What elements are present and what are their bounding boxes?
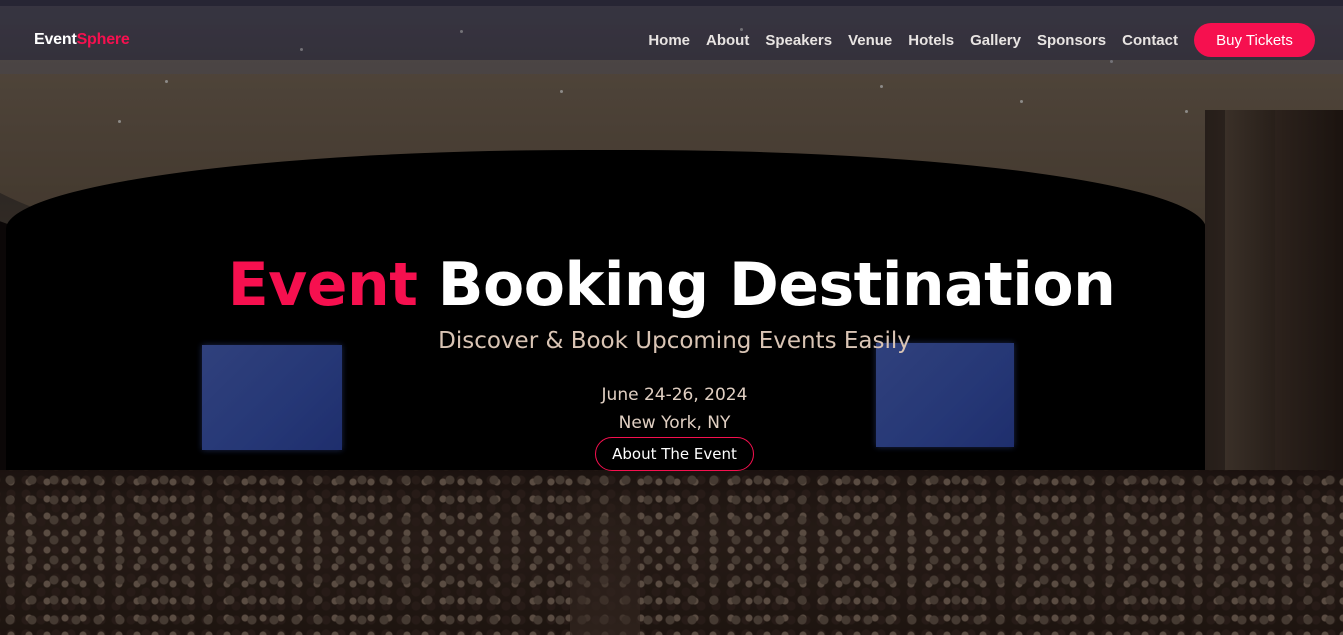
navbar: EventSphere Home About Speakers Venue Ho… [0,6,1343,74]
nav-link-hotels[interactable]: Hotels [908,32,954,49]
brand-name-part2: Sphere [76,31,130,48]
brand-name-part1: Event [34,31,77,48]
nav-link-sponsors[interactable]: Sponsors [1037,32,1106,49]
nav-link-gallery[interactable]: Gallery [970,32,1021,49]
nav-link-venue[interactable]: Venue [848,32,892,49]
hero-subtitle: Discover & Book Upcoming Events Easily [438,328,911,354]
about-event-button[interactable]: About The Event [595,437,754,471]
main-nav: Home About Speakers Venue Hotels Gallery… [648,32,1178,49]
nav-link-contact[interactable]: Contact [1122,32,1178,49]
nav-link-speakers[interactable]: Speakers [765,32,832,49]
brand-logo[interactable]: EventSphere [34,31,130,49]
nav-link-home[interactable]: Home [648,32,690,49]
hero-title: Event Booking Destination [0,250,1343,320]
hero-title-accent: Event [227,250,418,320]
buy-tickets-button[interactable]: Buy Tickets [1194,23,1315,57]
nav-link-about[interactable]: About [706,32,749,49]
hero-title-rest: Booking Destination [437,250,1116,320]
event-date: June 24-26, 2024 [601,385,748,405]
event-location: New York, NY [618,413,731,433]
